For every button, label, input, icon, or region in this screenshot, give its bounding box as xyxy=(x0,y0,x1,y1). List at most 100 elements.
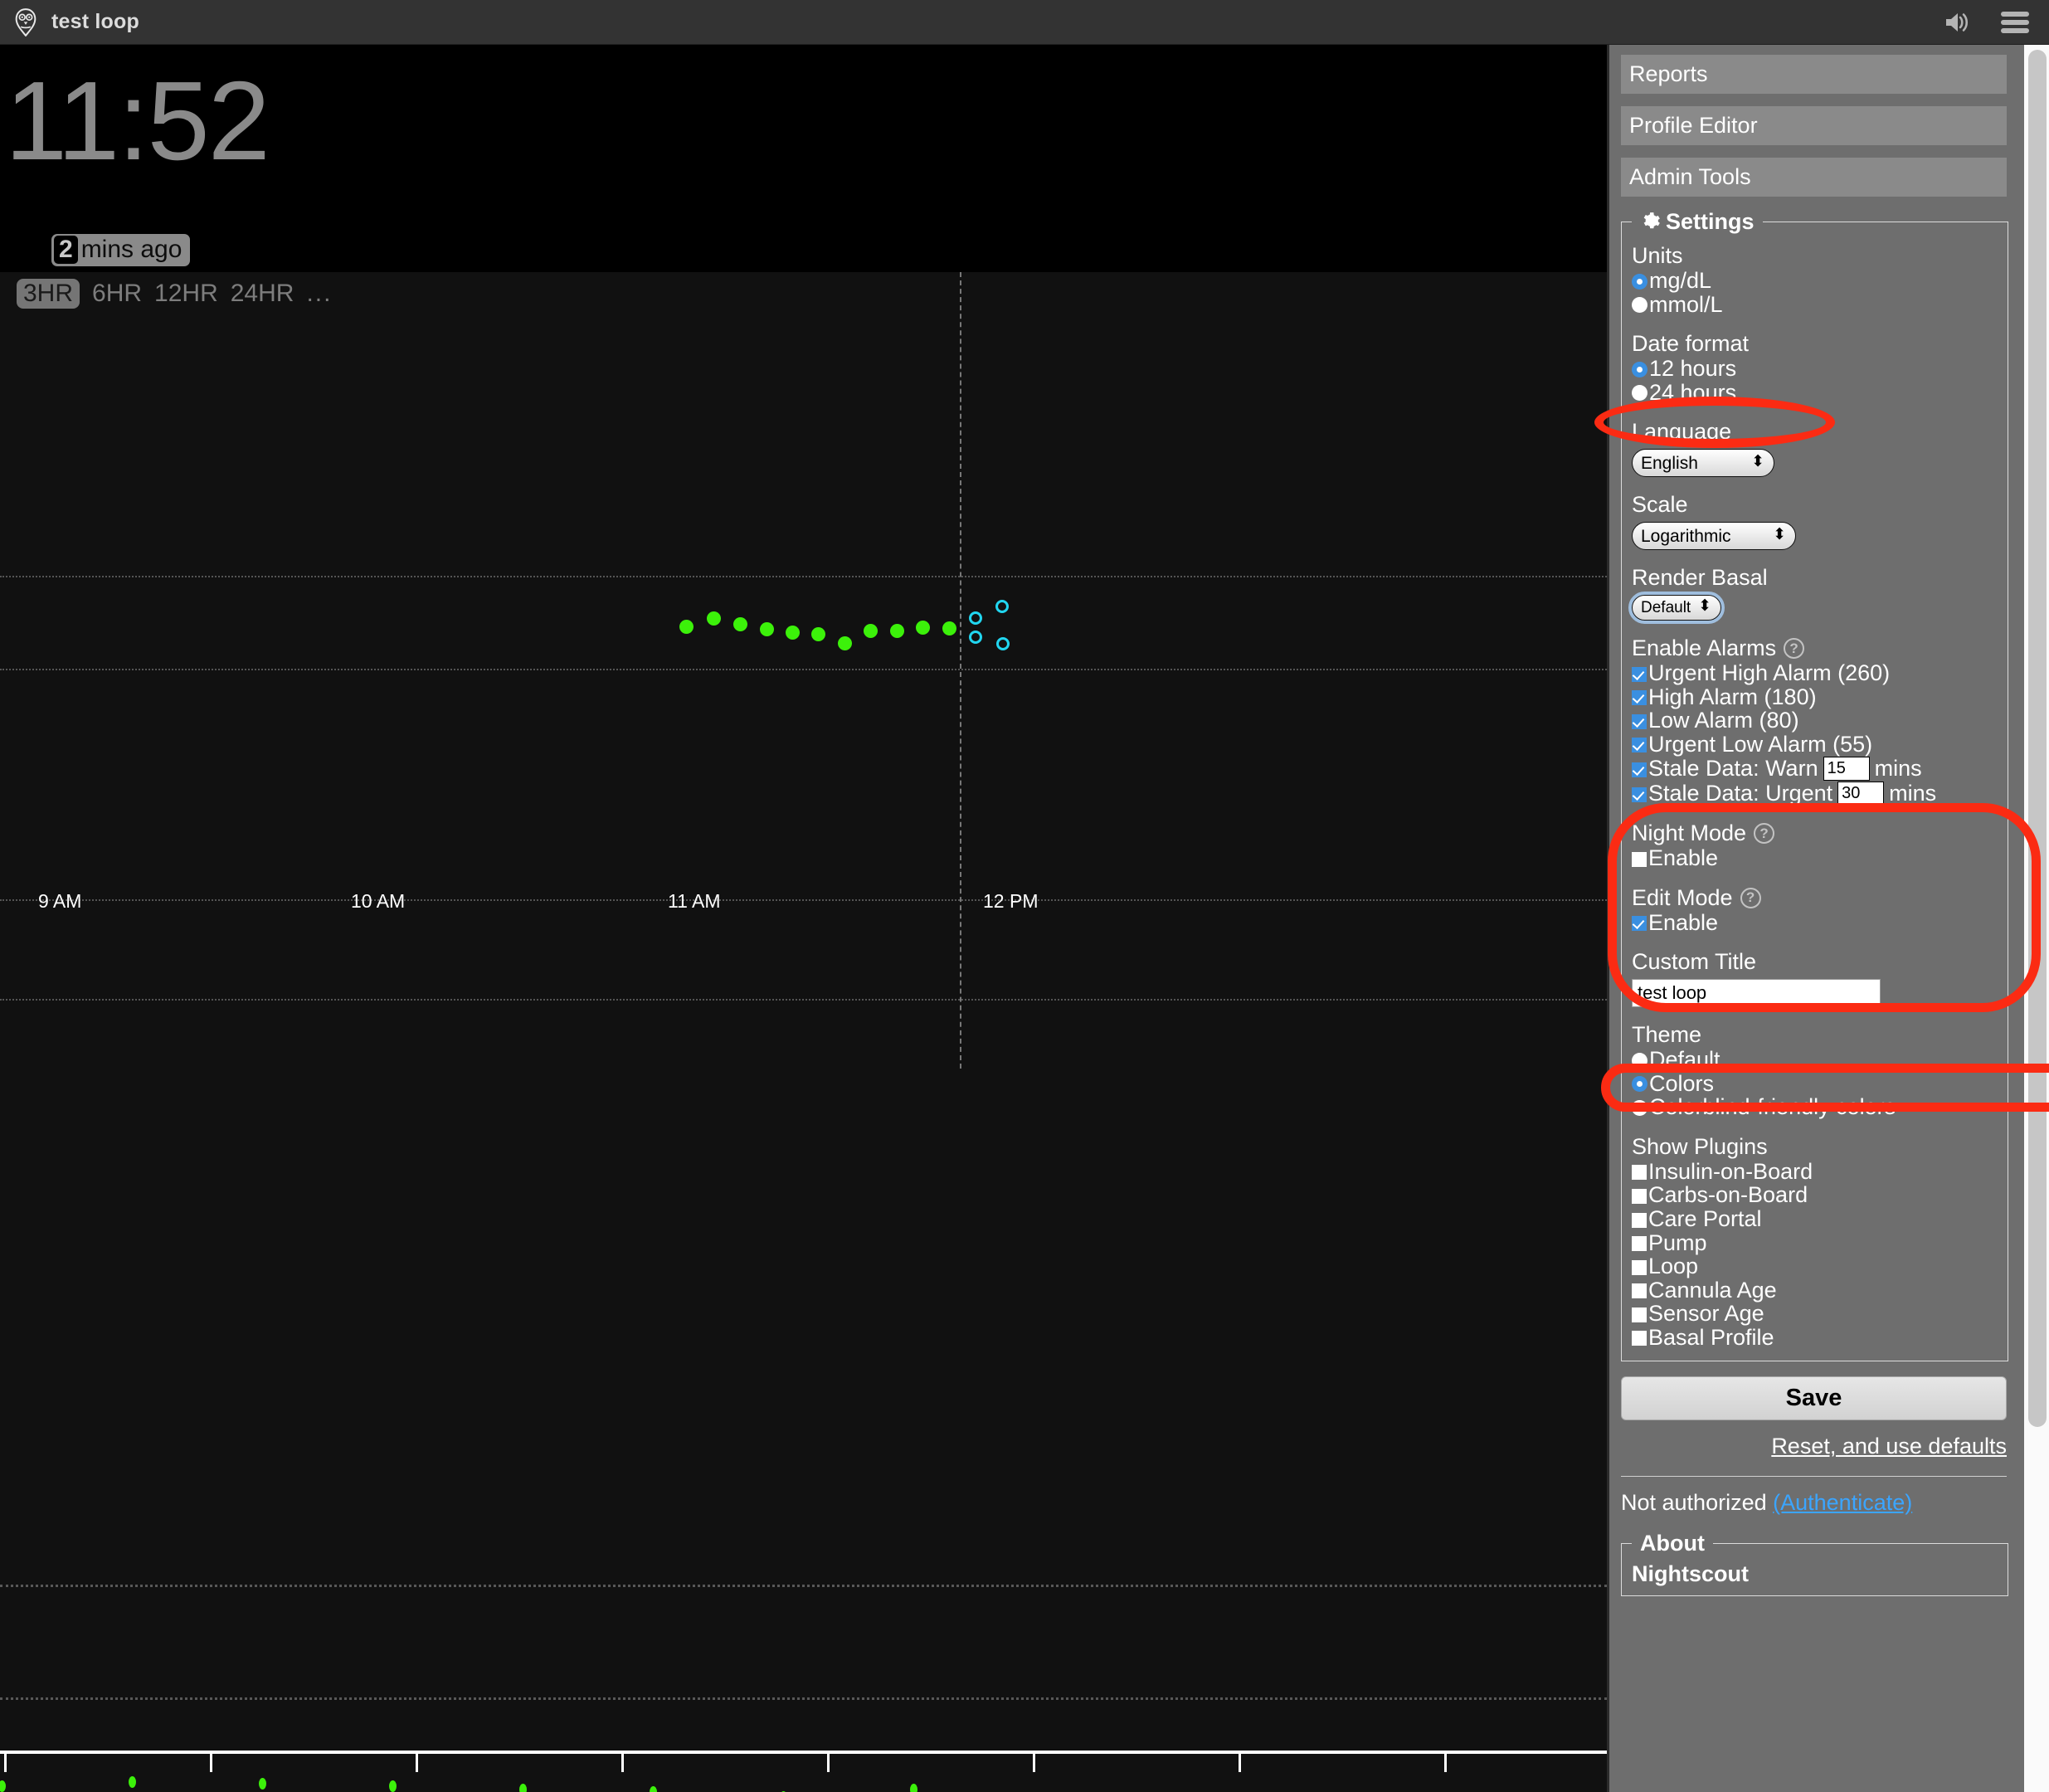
alarm-low[interactable]: Low Alarm (80) xyxy=(1632,709,2008,733)
plugin-cannula-age[interactable]: Cannula Age xyxy=(1632,1278,2008,1303)
sgv-point[interactable] xyxy=(838,636,852,650)
checkbox-icon[interactable] xyxy=(1632,690,1647,706)
checkbox-icon[interactable] xyxy=(1632,916,1647,932)
brush-tick xyxy=(416,1754,418,1772)
status-bar: 11:52 2 mins ago 3HR 6HR 12HR 24HR ... xyxy=(0,45,1607,309)
radio-icon[interactable] xyxy=(1632,1099,1647,1116)
question-mark-icon[interactable]: ? xyxy=(1740,887,1761,908)
stale-warn-input[interactable] xyxy=(1823,757,1870,782)
scale-select[interactable]: Logarithmic xyxy=(1632,522,1796,551)
question-mark-icon[interactable]: ? xyxy=(1754,823,1775,845)
hamburger-icon[interactable] xyxy=(2001,11,2029,33)
prediction-point[interactable] xyxy=(969,631,982,644)
reset-defaults-link[interactable]: Reset, and use defaults xyxy=(1621,1434,2007,1459)
brush-sgv-point xyxy=(910,1784,917,1792)
sgv-point[interactable] xyxy=(942,621,956,635)
brush-tick xyxy=(210,1754,212,1772)
plugin-care-portal[interactable]: Care Portal xyxy=(1632,1207,2008,1231)
checkbox-icon[interactable] xyxy=(1632,1307,1647,1322)
language-label: Language xyxy=(1632,419,1732,445)
radio-icon[interactable] xyxy=(1632,297,1647,314)
checkbox-icon[interactable] xyxy=(1632,666,1647,682)
units-option-mgdl[interactable]: mg/dL xyxy=(1632,269,2008,293)
alarm-high[interactable]: High Alarm (180) xyxy=(1632,685,2008,709)
save-button[interactable]: Save xyxy=(1621,1376,2007,1421)
sidebar-item-profile-editor[interactable]: Profile Editor xyxy=(1621,106,2007,145)
checkbox-icon[interactable] xyxy=(1632,787,1647,803)
alarm-stale-warn[interactable]: Stale Data: Warn mins xyxy=(1632,757,2008,782)
checkbox-icon[interactable] xyxy=(1632,1212,1647,1228)
night-mode-enable[interactable]: Enable xyxy=(1632,847,2008,870)
render-basal-select[interactable]: Default xyxy=(1628,592,1725,625)
brush-tick xyxy=(4,1754,7,1772)
alarm-stale-urgent[interactable]: Stale Data: Urgent mins xyxy=(1632,782,2008,806)
alarm-urgent-low[interactable]: Urgent Low Alarm (55) xyxy=(1632,733,2008,757)
sgv-point[interactable] xyxy=(707,611,721,626)
plugin-carbs-on-board[interactable]: Carbs-on-Board xyxy=(1632,1184,2008,1207)
radio-icon[interactable] xyxy=(1632,361,1647,377)
sgv-point[interactable] xyxy=(733,617,747,631)
question-mark-icon[interactable]: ? xyxy=(1784,638,1805,660)
sgv-point[interactable] xyxy=(760,622,774,636)
settings-sidebar[interactable]: Reports Profile Editor Admin Tools Setti… xyxy=(1607,45,2049,1792)
brush-tick xyxy=(827,1754,830,1772)
last-reading-age: 2 mins ago xyxy=(51,234,191,266)
brush-tick xyxy=(1444,1754,1447,1772)
brush-sgv-point xyxy=(650,1786,657,1792)
prediction-point[interactable] xyxy=(969,611,982,625)
radio-icon[interactable] xyxy=(1632,1052,1647,1069)
about-app-name: Nightscout xyxy=(1632,1561,1749,1587)
radio-icon[interactable] xyxy=(1632,1076,1647,1093)
nightscout-app: test loop 11:52 2 mins ago 3HR 6HR 12HR … xyxy=(0,0,2049,1792)
brand[interactable]: test loop xyxy=(0,7,139,37)
sidebar-item-reports[interactable]: Reports xyxy=(1621,55,2007,94)
plugin-basal-profile[interactable]: Basal Profile xyxy=(1632,1326,2008,1350)
checkbox-icon[interactable] xyxy=(1632,851,1647,867)
checkbox-icon[interactable] xyxy=(1632,1165,1647,1181)
checkbox-icon[interactable] xyxy=(1632,1236,1647,1252)
plugin-sensor-age[interactable]: Sensor Age xyxy=(1632,1303,2008,1326)
stale-urgent-input[interactable] xyxy=(1837,782,1885,806)
theme-option-default[interactable]: Default xyxy=(1632,1049,2008,1072)
checkbox-icon[interactable] xyxy=(1632,713,1647,729)
brush-tick xyxy=(1033,1754,1035,1772)
about-fieldset: About Nightscout xyxy=(1621,1531,2008,1597)
brush-tick xyxy=(1239,1754,1241,1772)
radio-icon[interactable] xyxy=(1632,385,1647,402)
checkbox-icon[interactable] xyxy=(1632,1259,1647,1275)
plugin-pump[interactable]: Pump xyxy=(1632,1231,2008,1255)
checkbox-icon[interactable] xyxy=(1632,762,1647,778)
sgv-point[interactable] xyxy=(679,620,694,634)
scrollbar-thumb[interactable] xyxy=(2028,50,2047,1427)
plugin-insulin-on-board[interactable]: Insulin-on-Board xyxy=(1632,1160,2008,1184)
x-tick-label: 10 AM xyxy=(351,890,406,912)
custom-title-input[interactable] xyxy=(1632,979,1881,1008)
authenticate-link[interactable]: (Authenticate) xyxy=(1773,1490,1912,1515)
brush-gridline xyxy=(0,1697,1607,1700)
speaker-icon[interactable] xyxy=(1943,10,1971,35)
date-format-option-12h[interactable]: 12 hours xyxy=(1632,358,2008,381)
plugin-loop[interactable]: Loop xyxy=(1632,1254,2008,1278)
checkbox-icon[interactable] xyxy=(1632,1283,1647,1299)
sgv-point[interactable] xyxy=(786,626,800,640)
page-scrollbar[interactable] xyxy=(2024,45,2049,1792)
sgv-point[interactable] xyxy=(916,621,930,635)
prediction-point[interactable] xyxy=(996,637,1010,650)
sgv-point[interactable] xyxy=(864,624,878,638)
sgv-point[interactable] xyxy=(811,627,825,641)
sgv-point[interactable] xyxy=(890,624,904,638)
edit-mode-enable[interactable]: Enable xyxy=(1632,911,2008,935)
date-format-option-24h[interactable]: 24 hours xyxy=(1632,381,2008,405)
checkbox-icon[interactable] xyxy=(1632,738,1647,753)
theme-option-colorblind[interactable]: Colorblind-friendly colors xyxy=(1632,1096,2008,1119)
alarm-urgent-high[interactable]: Urgent High Alarm (260) xyxy=(1632,662,2008,685)
prediction-point[interactable] xyxy=(995,600,1009,613)
units-option-mmoll[interactable]: mmol/L xyxy=(1632,293,2008,317)
brush-chart[interactable] xyxy=(0,1561,1607,1792)
radio-icon[interactable] xyxy=(1632,273,1647,290)
language-select[interactable]: English xyxy=(1632,449,1774,478)
sidebar-item-admin-tools[interactable]: Admin Tools xyxy=(1621,158,2007,197)
theme-option-colors[interactable]: Colors xyxy=(1632,1072,2008,1096)
checkbox-icon[interactable] xyxy=(1632,1188,1647,1204)
checkbox-icon[interactable] xyxy=(1632,1331,1647,1346)
